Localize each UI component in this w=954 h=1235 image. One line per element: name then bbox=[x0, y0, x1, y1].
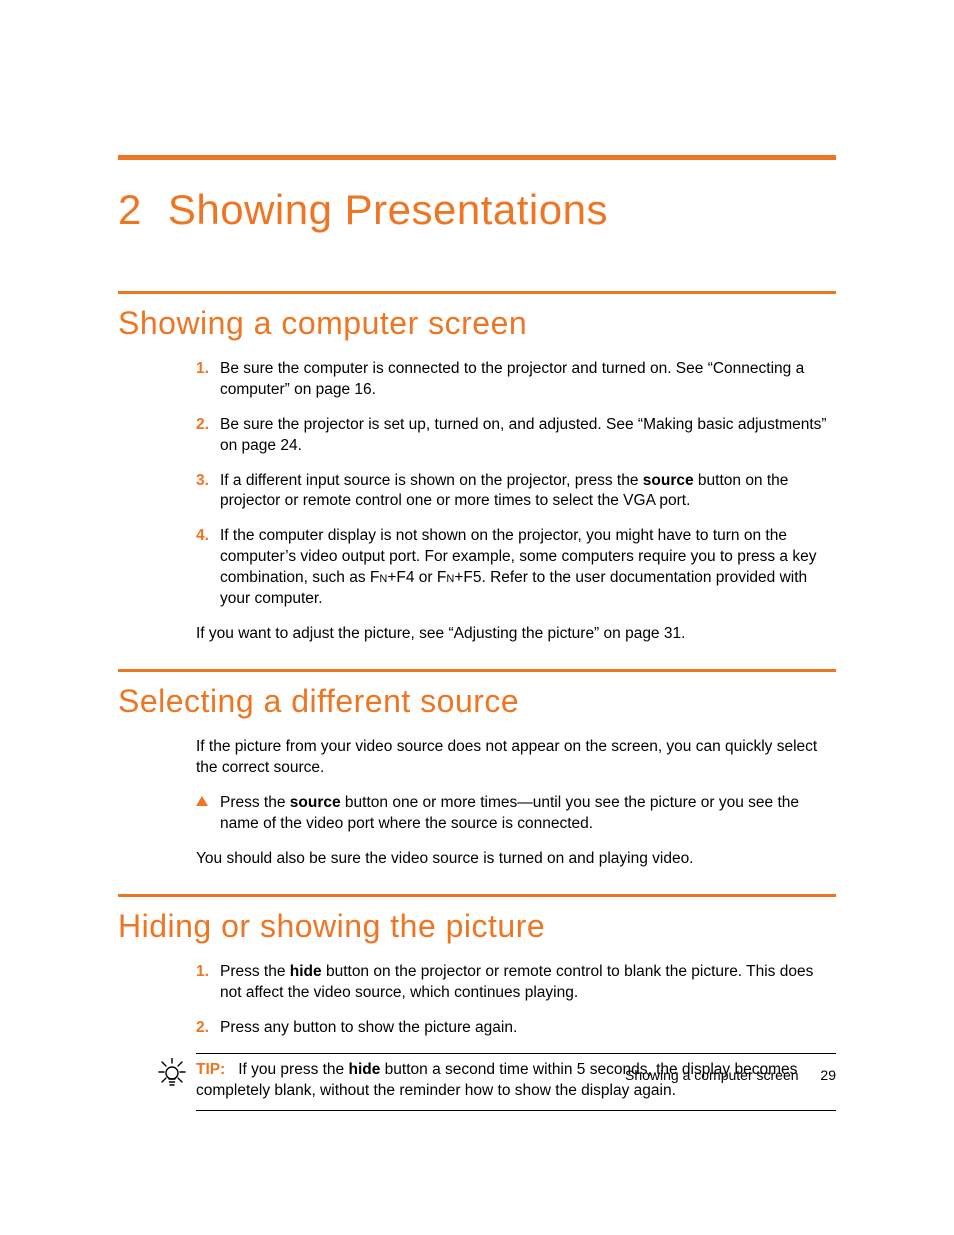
list-number: 1. bbox=[196, 359, 209, 380]
tip-rule bbox=[196, 1053, 836, 1054]
list-text: Be sure the computer is connected to the… bbox=[220, 360, 804, 398]
section-title: Selecting a different source bbox=[118, 680, 836, 723]
section-body: If the picture from your video source do… bbox=[196, 737, 836, 870]
paragraph: If you want to adjust the picture, see “… bbox=[196, 624, 836, 645]
ordered-list: 1. Press the hide button on the projecto… bbox=[196, 962, 836, 1039]
section-title: Showing a computer screen bbox=[118, 302, 836, 345]
list-item: 3. If a different input source is shown … bbox=[196, 471, 836, 513]
list-number: 2. bbox=[196, 1018, 209, 1039]
footer-section: Showing a computer screen bbox=[625, 1067, 799, 1083]
list-text: If a different input source is shown on … bbox=[220, 472, 788, 510]
list-item: 2. Be sure the projector is set up, turn… bbox=[196, 415, 836, 457]
page-footer: Showing a computer screen 29 bbox=[0, 1066, 954, 1085]
page: 2 Showing Presentations Showing a comput… bbox=[0, 0, 954, 1111]
section-title: Hiding or showing the picture bbox=[118, 905, 836, 948]
list-item: 2. Press any button to show the picture … bbox=[196, 1018, 836, 1039]
chapter-rule bbox=[118, 155, 836, 160]
page-number: 29 bbox=[820, 1067, 836, 1083]
list-item: 1. Be sure the computer is connected to … bbox=[196, 359, 836, 401]
list-item: 1. Press the hide button on the projecto… bbox=[196, 962, 836, 1004]
list-text: Press the source button one or more time… bbox=[220, 794, 799, 832]
chapter-number: 2 bbox=[118, 182, 142, 239]
list-number: 4. bbox=[196, 526, 209, 547]
chapter-title: Showing Presentations bbox=[168, 182, 608, 239]
ordered-list: 1. Be sure the computer is connected to … bbox=[196, 359, 836, 610]
list-item: Press the source button one or more time… bbox=[196, 793, 836, 835]
list-text: Press the hide button on the projector o… bbox=[220, 963, 813, 1001]
list-text: If the computer display is not shown on … bbox=[220, 527, 816, 607]
bullet-list: Press the source button one or more time… bbox=[196, 793, 836, 835]
section-rule bbox=[118, 669, 836, 672]
section-rule bbox=[118, 291, 836, 294]
paragraph: If the picture from your video source do… bbox=[196, 737, 836, 779]
section-body: 1. Press the hide button on the projecto… bbox=[196, 962, 836, 1039]
paragraph: You should also be sure the video source… bbox=[196, 849, 836, 870]
triangle-icon bbox=[196, 796, 208, 806]
list-number: 1. bbox=[196, 962, 209, 983]
list-number: 2. bbox=[196, 415, 209, 436]
list-text: Press any button to show the picture aga… bbox=[220, 1019, 517, 1036]
list-text: Be sure the projector is set up, turned … bbox=[220, 416, 827, 454]
tip-rule bbox=[196, 1110, 836, 1111]
list-number: 3. bbox=[196, 471, 209, 492]
list-item: 4. If the computer display is not shown … bbox=[196, 526, 836, 610]
chapter-heading: 2 Showing Presentations bbox=[118, 182, 836, 239]
section-body: 1. Be sure the computer is connected to … bbox=[196, 359, 836, 645]
section-rule bbox=[118, 894, 836, 897]
